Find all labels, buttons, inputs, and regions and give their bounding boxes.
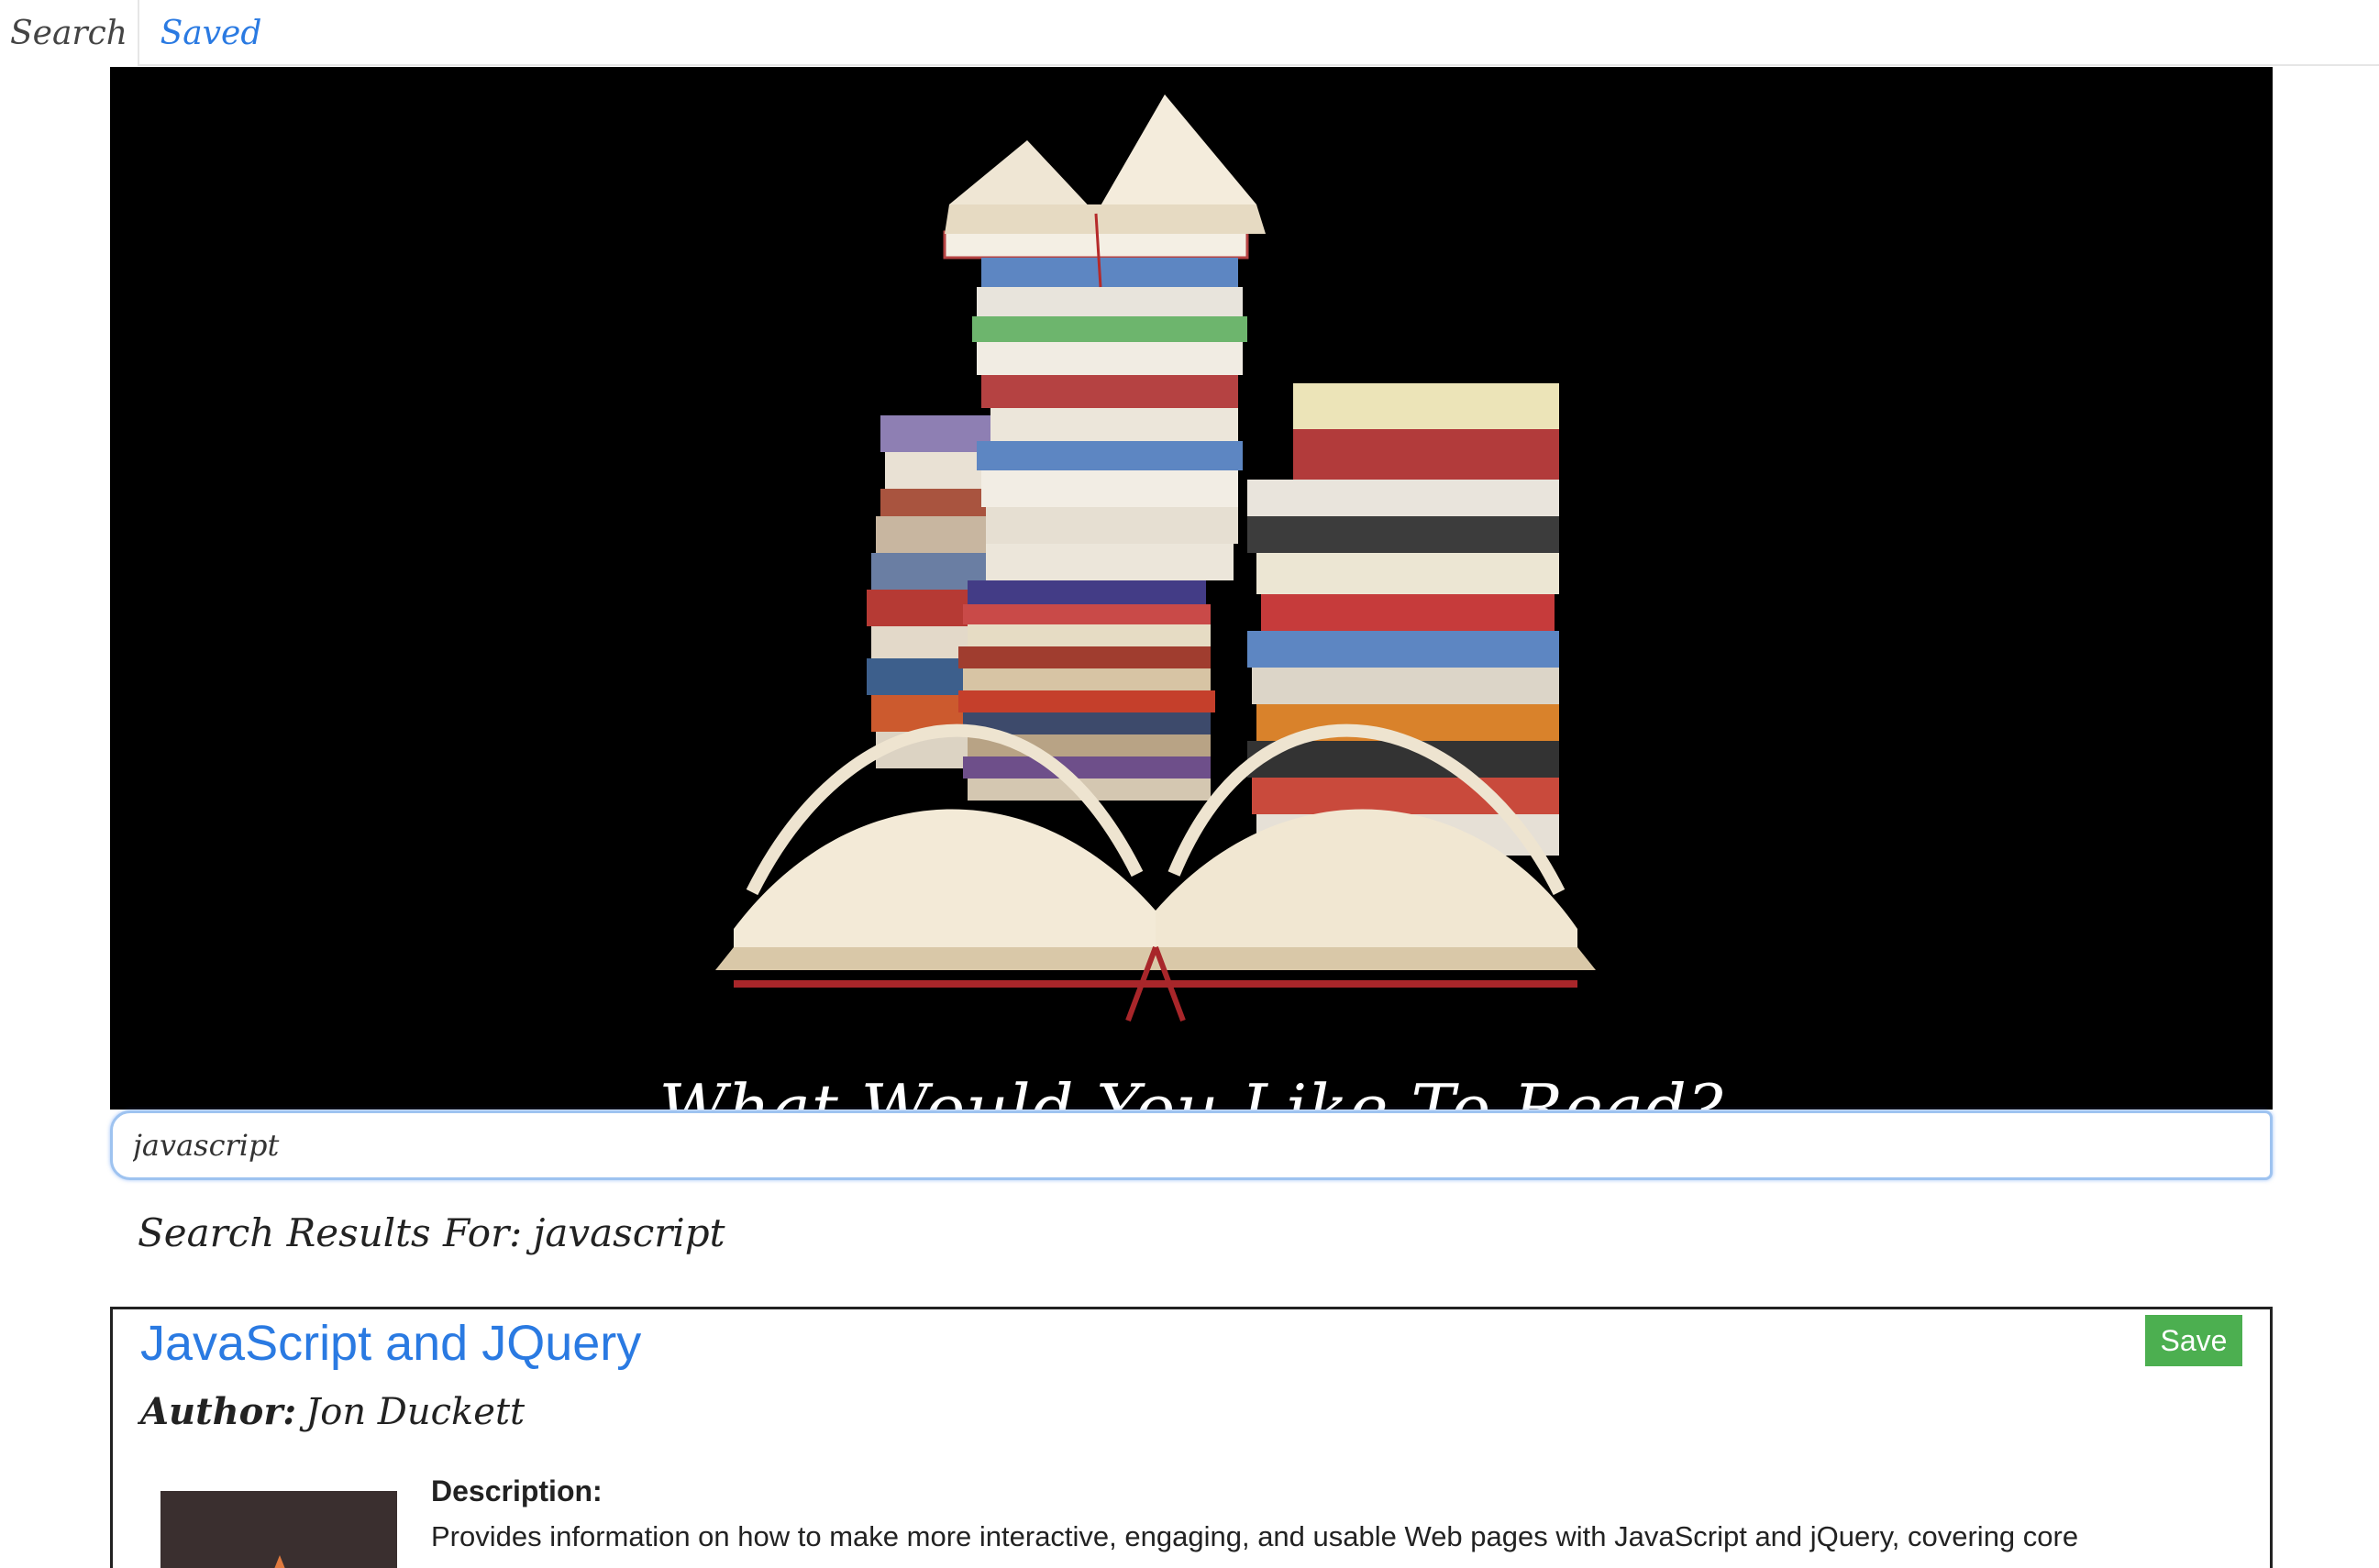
save-button[interactable]: Save bbox=[2145, 1315, 2242, 1366]
description-label: Description: bbox=[431, 1474, 603, 1507]
book-title-link[interactable]: JavaScript and JQuery bbox=[140, 1315, 641, 1372]
tab-search[interactable]: Search bbox=[0, 0, 139, 66]
right-book-pile bbox=[1247, 383, 1559, 856]
book-cover-art bbox=[160, 1491, 397, 1568]
center-book-pile bbox=[943, 230, 1249, 801]
tab-saved[interactable]: Saved bbox=[147, 0, 275, 66]
top-nav: Search Saved bbox=[0, 0, 2379, 66]
book-cover-thumbnail[interactable] bbox=[160, 1491, 397, 1568]
results-heading-label: Search Results For: bbox=[138, 1210, 523, 1255]
book-stack-illustration bbox=[715, 94, 1596, 1022]
search-input[interactable] bbox=[110, 1110, 2273, 1180]
description-text: Provides information on how to make more… bbox=[431, 1520, 2079, 1552]
hero-banner: What Would You Like To Read? bbox=[110, 67, 2273, 1110]
book-result-card: JavaScript and JQuery Save Author: Jon Du… bbox=[110, 1307, 2273, 1568]
author-row: Author: Jon Duckett bbox=[140, 1390, 525, 1433]
author-label: Author: bbox=[140, 1390, 297, 1433]
results-heading: Search Results For: javascript bbox=[138, 1210, 725, 1255]
results-query: javascript bbox=[533, 1210, 725, 1255]
author-name: Jon Duckett bbox=[305, 1391, 526, 1433]
hero-title: What Would You Like To Read? bbox=[658, 1070, 1724, 1110]
